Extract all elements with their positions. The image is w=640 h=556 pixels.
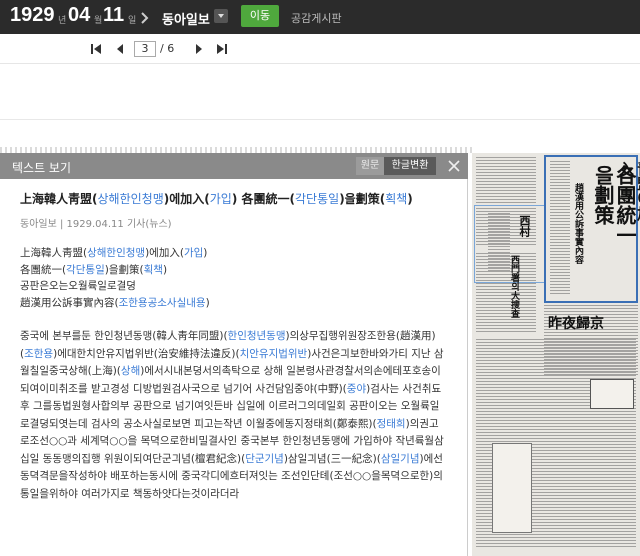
close-icon[interactable]: [446, 158, 462, 174]
page-number-input[interactable]: 3: [134, 41, 156, 57]
article-body: 중국에 본부를둔 한인청년동맹(韓人靑年同盟)(한인청년동맹)의상무집행위원장조…: [20, 330, 444, 500]
day-value[interactable]: 11: [103, 4, 124, 27]
summary-link[interactable]: 획책: [144, 264, 163, 276]
article-meta: 동아일보 | 1929.04.11 기사(뉴스): [20, 219, 172, 230]
board-link[interactable]: 공감게시판: [291, 10, 342, 26]
page-navigator: 3 / 6: [0, 34, 640, 64]
chevron-right-icon: [139, 10, 149, 24]
top-toolbar: 1929 년 04 월 11 일 동아일보 이동 공감게시판: [0, 0, 640, 34]
text-view-header: 텍스트 보기 원문 한글변환: [0, 153, 468, 179]
first-page-icon[interactable]: [89, 42, 103, 56]
article-link[interactable]: 조한용: [24, 348, 53, 360]
scan-side-head-2: 昨夜歸京: [548, 316, 604, 332]
month-value[interactable]: 04: [68, 4, 90, 27]
page-total: / 6: [160, 42, 175, 55]
prev-page-icon[interactable]: [113, 42, 127, 56]
article-link[interactable]: 단군기념: [245, 453, 284, 465]
newspaper-dropdown-icon[interactable]: [214, 9, 228, 23]
korean-convert-toggle[interactable]: 한글변환: [384, 157, 436, 175]
scan-subhead: 趙漢用公訴事實內容: [573, 183, 583, 264]
article-headline: 上海韓人靑盟(상해한인청맹)에加入(가입) 各團統一(각단통일)을劃策(획책): [20, 192, 413, 206]
article-summary: 上海韓人靑盟(상해한인청맹)에加入(가입) 各團統一(각단통일)을劃策(획책) …: [20, 247, 210, 309]
month-unit: 월: [94, 16, 103, 26]
headline-link[interactable]: 획책: [385, 192, 407, 206]
headline-link[interactable]: 각단통일: [295, 192, 339, 206]
article-link[interactable]: 중야: [347, 383, 366, 395]
article-link[interactable]: 한인청년동맹: [228, 330, 286, 342]
next-page-icon[interactable]: [192, 42, 206, 56]
article-link[interactable]: 정태희: [377, 418, 406, 430]
headline-link[interactable]: 상해한인청맹: [98, 192, 164, 206]
year-value[interactable]: 1929: [10, 4, 55, 27]
scan-subheadline-a: 西村: [518, 215, 531, 237]
day-unit: 일: [128, 16, 137, 26]
headline-link[interactable]: 가입: [210, 192, 232, 206]
text-view-panel: 텍스트 보기 원문 한글변환 上海韓人靑盟(상해한인청맹)에加入(가입) 各團統…: [0, 153, 468, 556]
newspaper-scan-image[interactable]: 西村 上海韓人靑盟에加入 各團統一을劃策 趙漢用公訴事實內容 西門署의大搜査 昨…: [472, 153, 640, 556]
scan-side-head: 西門署의大搜査: [509, 255, 519, 318]
article-link[interactable]: 치안유지법위반: [240, 348, 308, 360]
summary-link[interactable]: 조한용공소사실내용: [119, 297, 206, 309]
summary-link[interactable]: 상해한인청맹: [87, 247, 145, 259]
toolbar-spacer: [0, 64, 640, 120]
go-button[interactable]: 이동: [241, 5, 279, 27]
summary-link[interactable]: 각단통일: [66, 264, 105, 276]
last-page-icon[interactable]: [215, 42, 229, 56]
original-text-toggle[interactable]: 원문: [356, 157, 384, 175]
text-view-title: 텍스트 보기: [12, 161, 72, 175]
scan-headline-2: 各團統一을劃策: [591, 165, 637, 245]
newspaper-name[interactable]: 동아일보: [162, 9, 210, 28]
year-unit: 년: [58, 16, 67, 26]
article-link[interactable]: 삼일기념: [381, 453, 420, 465]
summary-link[interactable]: 가입: [184, 247, 203, 259]
article-link[interactable]: 상해: [121, 365, 140, 377]
